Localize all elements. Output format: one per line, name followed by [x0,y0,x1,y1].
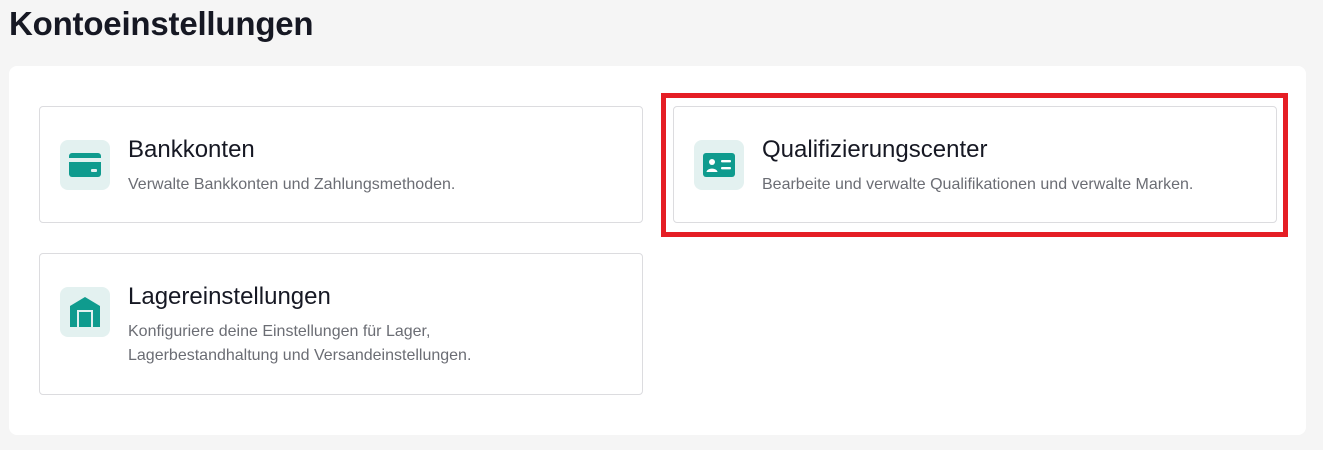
settings-panel: Bankkonten Verwalte Bankkonten und Zahlu… [9,66,1306,435]
qualification-center-title: Qualifizierungscenter [762,136,988,163]
warehouse-icon [60,287,110,337]
bank-accounts-title: Bankkonten [128,136,255,163]
qualification-center-card[interactable]: Qualifizierungscenter Bearbeite und verw… [673,106,1277,223]
id-card-icon [694,140,744,190]
page-title: Kontoeinstellungen [9,5,314,42]
bank-accounts-card[interactable]: Bankkonten Verwalte Bankkonten und Zahlu… [39,106,643,223]
warehouse-settings-title: Lagereinstellungen [128,283,331,310]
warehouse-settings-card[interactable]: Lagereinstellungen Konfiguriere deine Ei… [39,253,643,395]
bank-accounts-description: Verwalte Bankkonten und Zahlungsmethoden… [128,176,456,193]
qualification-center-description: Bearbeite und verwalte Qualifikationen u… [762,176,1194,193]
warehouse-settings-description: Konfiguriere deine Einstellungen für Lag… [128,323,472,364]
credit-card-icon [60,140,110,190]
